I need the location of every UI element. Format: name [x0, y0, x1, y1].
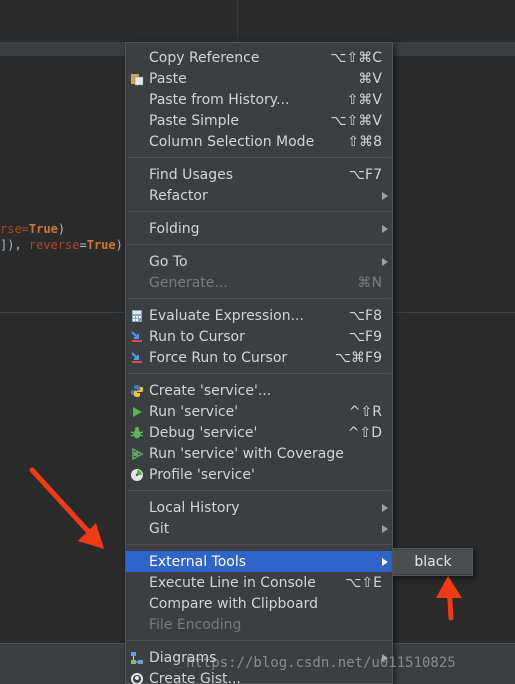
annotation-arrow-up: [436, 576, 462, 621]
annotation-arrow-left: [29, 467, 104, 549]
annotation-arrows: [29, 467, 462, 621]
